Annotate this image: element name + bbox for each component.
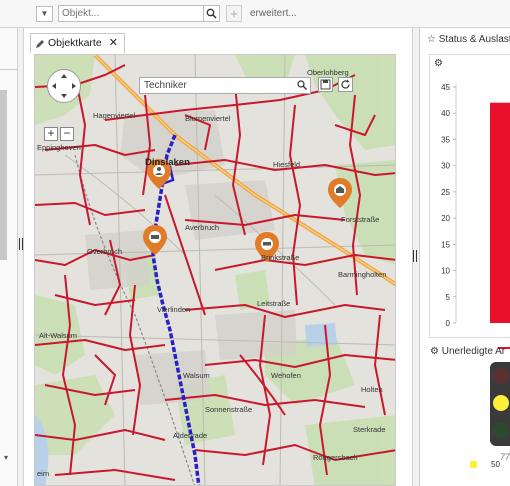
place-wehofen: Wehofen xyxy=(271,371,301,380)
chart-y-tick-label: 10 xyxy=(441,267,450,276)
right-panel: ☆ Status & Auslastung ⚙ 0 5 10 15 20 25 30 35 40… xyxy=(419,28,510,486)
chart-y-tick-label: 15 xyxy=(441,240,450,249)
place-eppinghoven: Eppinghoven xyxy=(37,143,81,152)
open-tasks-value: 77 xyxy=(500,452,510,462)
type-dropdown[interactable]: ▼ xyxy=(36,6,53,22)
place-walsum: Walsum xyxy=(183,371,210,380)
gear-icon[interactable]: ⚙ xyxy=(430,346,439,357)
right-splitter[interactable] xyxy=(413,250,417,262)
place-vierlinden: Vierlinden xyxy=(157,305,191,314)
search-icon[interactable] xyxy=(296,79,308,94)
tab-label: Objektkarte xyxy=(48,37,102,49)
place-aldenrade: Aldenrade xyxy=(173,431,208,440)
chart-y-tick-label: 35 xyxy=(441,135,450,144)
map-view[interactable]: Oberlohberg Hagenviertel Blumenviertel E… xyxy=(34,54,396,486)
status-panel-header: ☆ Status & Auslastung xyxy=(427,34,510,45)
zoom-out-button[interactable]: − xyxy=(60,127,74,141)
status-panel-title: Status & Auslastung xyxy=(438,34,510,45)
chart-y-tick-label: 30 xyxy=(441,162,450,171)
status-chart: ⚙ 0 5 10 15 20 25 30 35 40 45 xyxy=(429,54,510,349)
open-tasks-title: Unerledigte Ar xyxy=(441,346,506,357)
search-icon[interactable] xyxy=(203,6,219,21)
place-leitstrasse: Leitstraße xyxy=(257,299,291,308)
object-search[interactable] xyxy=(58,5,220,22)
top-toolbar: ▼ + erweitert... xyxy=(0,0,510,28)
legend-yellow-swatch xyxy=(470,461,477,468)
chart-y-tick-label: 0 xyxy=(446,319,451,328)
place-overbruch: Overbruch xyxy=(87,247,123,256)
place-brinkstrasse: Brinkstraße xyxy=(261,253,300,262)
place-barmingholten: Barmingholten xyxy=(338,270,387,279)
place-holten: Holten xyxy=(361,385,383,394)
advanced-search-link[interactable]: erweitert... xyxy=(250,8,297,19)
save-icon[interactable] xyxy=(318,77,333,92)
left-panel-header xyxy=(0,56,18,70)
tab-close-icon[interactable]: ✕ xyxy=(109,34,118,53)
zoom-in-button[interactable]: + xyxy=(44,127,58,141)
tab-objektkarte[interactable]: Objektkarte ✕ xyxy=(30,33,125,53)
refresh-icon[interactable] xyxy=(338,77,353,92)
place-blumenviertel: Blumenviertel xyxy=(185,114,231,123)
object-search-input[interactable] xyxy=(59,6,199,21)
legend-value: 50 xyxy=(491,460,500,469)
technician-search[interactable] xyxy=(139,77,311,94)
left-panel-scrollbar[interactable] xyxy=(0,90,7,260)
traffic-light-red xyxy=(493,368,509,384)
left-panel-chevron-icon[interactable]: ▾ xyxy=(4,453,8,462)
chart-y-tick-label: 20 xyxy=(441,214,450,223)
app-root: ▼ + erweitert... ▾ Objektkarte ✕ xyxy=(0,0,510,486)
place-alt-walsum: Alt-Walsum xyxy=(39,331,78,340)
place-oberlohberg: Oberlohberg xyxy=(307,68,349,77)
technician-search-input[interactable] xyxy=(140,78,290,93)
add-button[interactable]: + xyxy=(226,5,242,22)
open-tasks-header: ⚙ Unerledigte Ar xyxy=(430,346,505,357)
chart-y-tick-label: 40 xyxy=(441,109,450,118)
place-dinslaken: Dinslaken xyxy=(145,157,190,168)
place-sonnenstrasse: Sonnenstraße xyxy=(205,405,253,414)
traffic-light-yellow xyxy=(493,395,509,411)
chart-y-tick-label: 45 xyxy=(441,83,450,92)
gear-icon[interactable]: ⚙ xyxy=(434,58,443,69)
chart-y-tick-label: 5 xyxy=(446,293,451,302)
place-hiesfeld: Hiesfeld xyxy=(273,160,301,169)
place-eim: eim xyxy=(37,469,50,478)
star-icon: ☆ xyxy=(427,34,436,45)
place-averbruch: Averbruch xyxy=(185,223,220,232)
pencil-icon xyxy=(36,39,44,48)
status-bar-chart: 0 5 10 15 20 25 30 35 40 45 xyxy=(441,83,510,328)
place-forststrasse: Forststraße xyxy=(341,215,380,224)
chart-y-tick-label: 25 xyxy=(441,188,450,197)
pan-arrows-icon xyxy=(52,74,76,98)
traffic-light xyxy=(490,362,510,446)
place-sterkrade: Sterkrade xyxy=(353,425,386,434)
traffic-light-green xyxy=(493,422,509,438)
map-pan-control[interactable] xyxy=(47,69,81,103)
place-hagenviertel: Hagenviertel xyxy=(93,111,136,120)
left-panel: ▾ xyxy=(0,28,18,486)
place-roettgersbach: Röttgersbach xyxy=(313,453,358,462)
map-panel: Objektkarte ✕ Oberlohberg Hagenviertel B… xyxy=(23,28,413,486)
chart-bar[interactable] xyxy=(490,102,510,323)
